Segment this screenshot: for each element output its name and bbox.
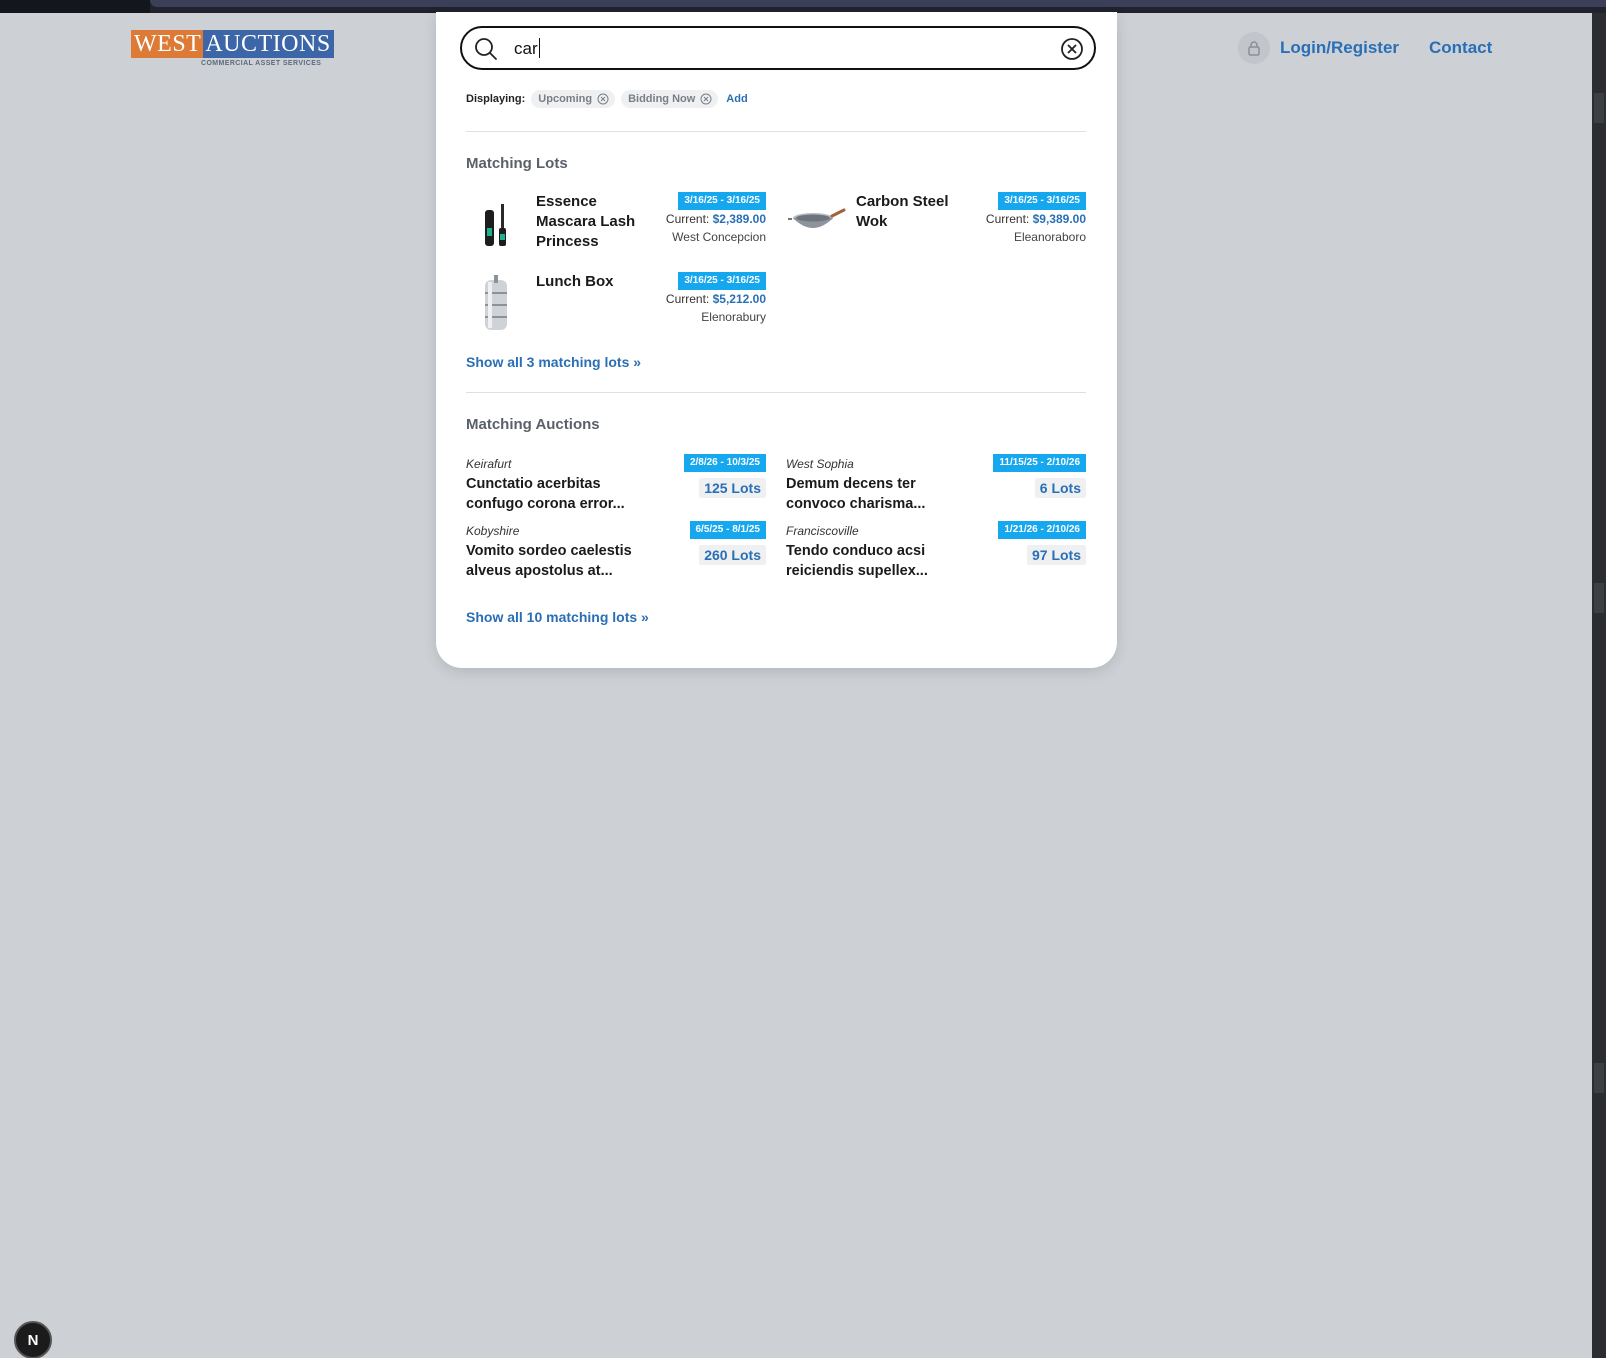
divider <box>466 131 1086 132</box>
current-label: Current: <box>665 292 710 306</box>
auction-city: West Sophia <box>786 457 854 471</box>
mascara-image <box>466 192 526 256</box>
lot-card[interactable]: Carbon Steel Wok 3/16/25 - 3/16/25 Curre… <box>786 192 1086 264</box>
filter-chip-bidding-now[interactable]: Bidding Now <box>621 90 719 108</box>
divider <box>466 392 1086 393</box>
add-filter-link[interactable]: Add <box>726 93 747 105</box>
logo-tagline: COMMERCIAL ASSET SERVICES <box>201 60 322 67</box>
matching-auctions-title: Matching Auctions <box>466 416 600 433</box>
wok-image <box>786 192 846 256</box>
auction-lot-count: 97 Lots <box>1026 545 1086 565</box>
auction-city: Franciscoville <box>786 524 859 538</box>
lot-current-bid: Current: $9,389.00 <box>986 212 1086 226</box>
auction-date-badge: 2/8/26 - 10/3/25 <box>683 454 766 472</box>
login-register-link[interactable]: Login/Register <box>1280 38 1399 58</box>
scrollbar[interactable] <box>1592 13 1606 1358</box>
lot-current-bid: Current: $2,389.00 <box>666 212 766 226</box>
lock-icon <box>1238 32 1270 64</box>
scrollbar-segment <box>1594 1063 1604 1093</box>
auction-title: Demum decens ter convoco charisma... <box>786 476 926 512</box>
lot-current-bid: Current: $5,212.00 <box>666 292 766 306</box>
search-input[interactable]: car <box>514 38 541 60</box>
lot-location: West Concepcion <box>672 230 766 244</box>
displaying-filters: Displaying: Upcoming Bidding Now Add <box>466 90 748 108</box>
browser-tab-bar <box>150 0 1606 7</box>
auction-card[interactable]: Kobyshire Vomito sordeo caelestis alveus… <box>466 521 766 581</box>
auction-lot-count: 260 Lots <box>699 545 766 565</box>
auction-date-badge: 11/15/25 - 2/10/26 <box>993 454 1086 472</box>
search-input-value: car <box>514 39 538 58</box>
auction-title: Tendo conduco acsi reiciendis supellex..… <box>786 543 928 579</box>
lot-date-badge: 3/16/25 - 3/16/25 <box>678 192 766 210</box>
show-all-lots-link[interactable]: Show all 3 matching lots » <box>466 354 641 370</box>
close-circle-icon[interactable] <box>700 93 712 105</box>
lot-location: Elenorabury <box>701 310 766 324</box>
auction-date-badge: 1/21/26 - 2/10/26 <box>998 521 1086 539</box>
westauctions-logo[interactable]: WEST AUCTIONS COMMERCIAL ASSET SERVICES <box>131 30 334 70</box>
scrollbar-segment <box>1594 583 1604 613</box>
auction-card[interactable]: Keirafurt Cunctatio acerbitas confugo co… <box>466 454 766 514</box>
current-amount: $2,389.00 <box>712 212 766 226</box>
lot-name: Carbon Steel Wok <box>856 193 949 230</box>
search-results-panel: car Displaying: Upcoming Bidding Now Add… <box>436 12 1117 668</box>
lot-name: Essence Mascara Lash Princess <box>536 193 636 250</box>
lot-card[interactable]: Essence Mascara Lash Princess 3/16/25 - … <box>466 192 766 264</box>
current-label: Current: <box>985 212 1030 226</box>
auction-title: Cunctatio acerbitas confugo corona error… <box>466 476 625 512</box>
nextjs-dev-badge[interactable]: N <box>14 1321 52 1358</box>
lot-location: Eleanoraboro <box>1013 230 1086 244</box>
filter-chip-label: Upcoming <box>538 93 593 105</box>
clear-circle-icon[interactable] <box>1060 37 1084 66</box>
auction-city: Kobyshire <box>466 524 520 538</box>
auction-lot-count: 6 Lots <box>1034 478 1086 498</box>
lunch-box-image <box>466 272 526 336</box>
current-amount: $5,212.00 <box>712 292 766 306</box>
matching-lots-title: Matching Lots <box>466 155 568 172</box>
logo-word-west: WEST <box>131 30 204 58</box>
lot-date-badge: 3/16/25 - 3/16/25 <box>998 192 1086 210</box>
auction-card[interactable]: West Sophia Demum decens ter convoco cha… <box>786 454 1086 514</box>
close-circle-icon[interactable] <box>597 93 609 105</box>
current-amount: $9,389.00 <box>1032 212 1086 226</box>
filter-chip-label: Bidding Now <box>628 93 696 105</box>
auction-date-badge: 6/5/25 - 8/1/25 <box>689 521 766 539</box>
auction-city: Keirafurt <box>466 457 512 471</box>
search-icon <box>474 37 498 66</box>
auction-card[interactable]: Franciscoville Tendo conduco acsi reicie… <box>786 521 1086 581</box>
lot-card[interactable]: Lunch Box 3/16/25 - 3/16/25 Current: $5,… <box>466 272 766 344</box>
logo-word-auctions: AUCTIONS <box>203 30 334 58</box>
search-bar[interactable]: car <box>460 26 1096 70</box>
scrollbar-segment <box>1594 93 1604 123</box>
browser-corner <box>0 0 150 13</box>
lot-name: Lunch Box <box>536 273 614 290</box>
filters-label: Displaying: <box>466 93 526 105</box>
header-nav: Login/Register Contact <box>1238 31 1492 65</box>
contact-link[interactable]: Contact <box>1429 38 1492 58</box>
lot-date-badge: 3/16/25 - 3/16/25 <box>678 272 766 290</box>
auction-lot-count: 125 Lots <box>699 478 766 498</box>
current-label: Current: <box>665 212 710 226</box>
auction-title: Vomito sordeo caelestis alveus apostolus… <box>466 543 632 579</box>
show-all-auctions-link[interactable]: Show all 10 matching lots » <box>466 609 649 625</box>
filter-chip-upcoming[interactable]: Upcoming <box>531 90 616 108</box>
text-caret <box>538 38 541 58</box>
